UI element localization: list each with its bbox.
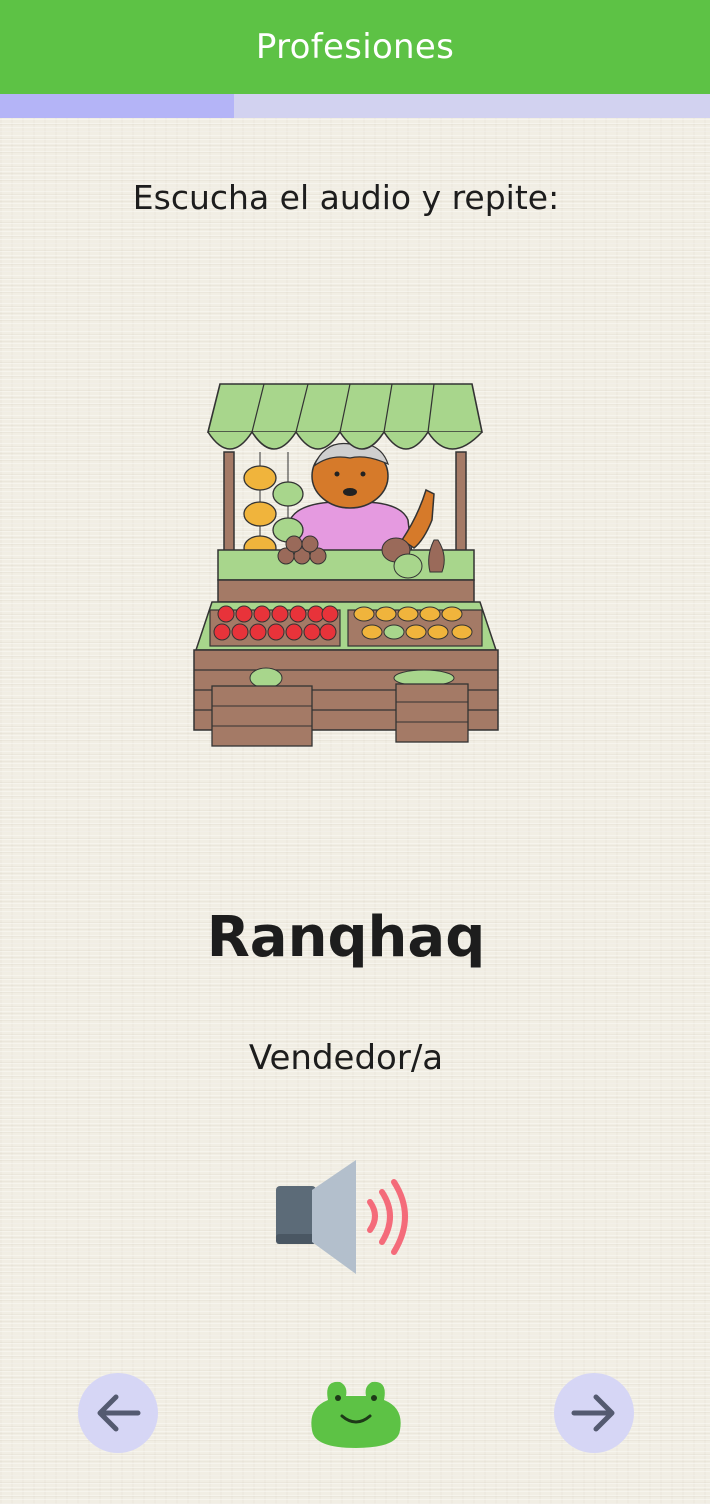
quechua-word: Ranqhaq xyxy=(206,905,486,970)
awning xyxy=(206,383,483,450)
frog-icon xyxy=(311,1381,401,1448)
market-vendor-illustration xyxy=(193,383,499,747)
arrow-right-icon xyxy=(571,1394,615,1432)
progress-bar xyxy=(0,94,710,118)
arrow-left-icon xyxy=(97,1394,141,1432)
play-audio-button[interactable] xyxy=(270,1156,422,1280)
progress-fill xyxy=(0,94,235,118)
speaker-icon xyxy=(276,1160,408,1274)
next-button[interactable] xyxy=(554,1373,634,1453)
app-header: Profesiones xyxy=(0,0,710,94)
spanish-translation: Vendedor/a xyxy=(248,1038,444,1078)
previous-button[interactable] xyxy=(78,1373,158,1453)
instruction-text: Escucha el audio y repite: xyxy=(132,178,560,217)
page-title: Profesiones xyxy=(255,27,455,67)
